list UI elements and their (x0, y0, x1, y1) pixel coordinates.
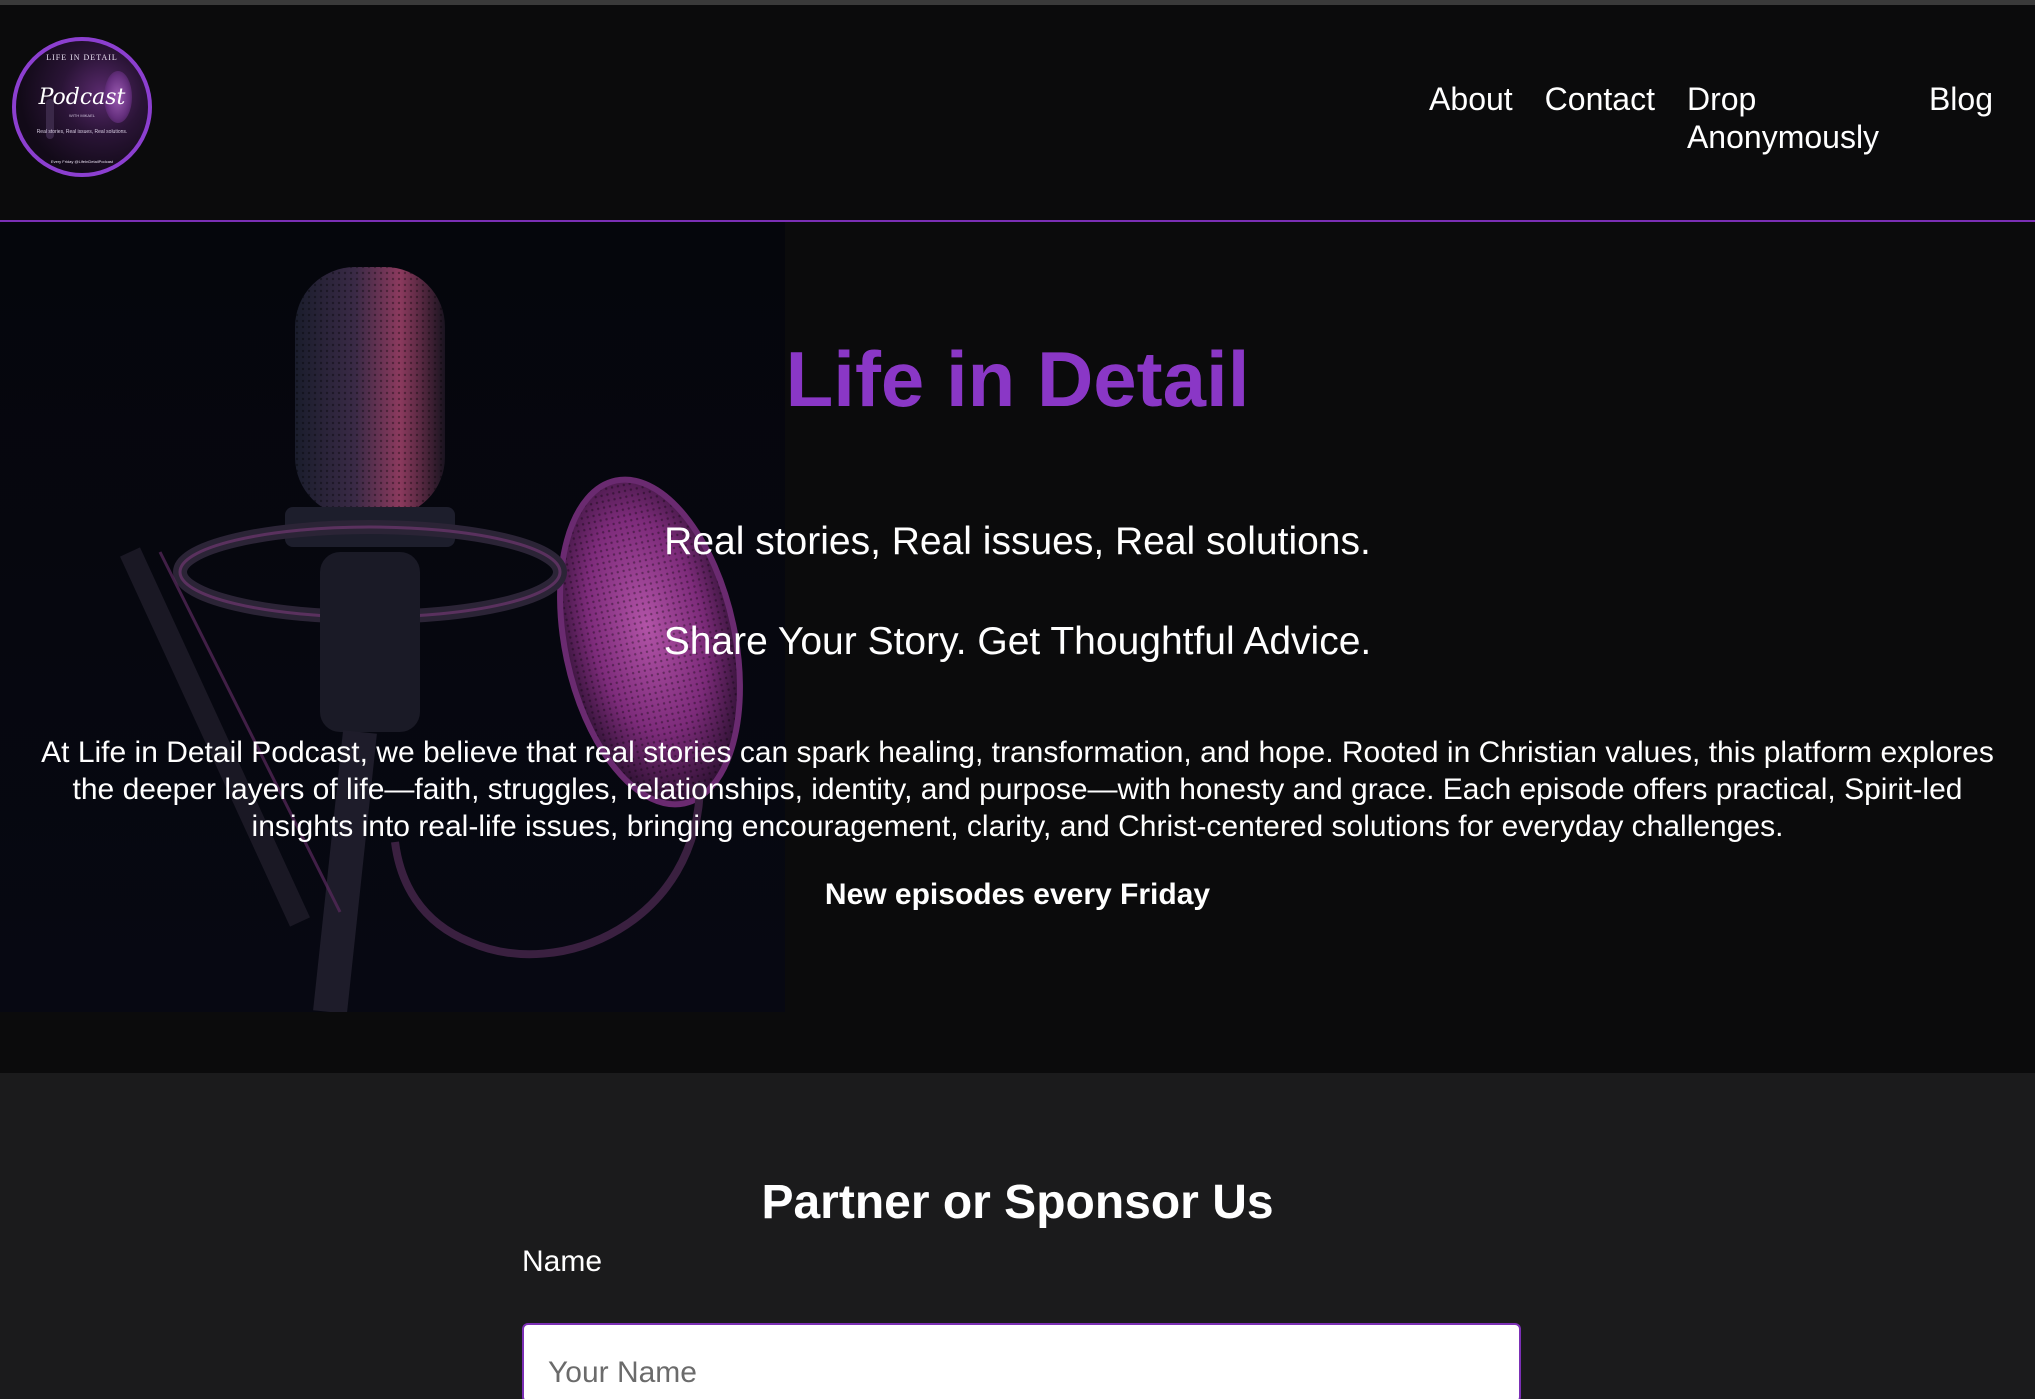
logo-sub-text: WITH MIKAEL (68, 113, 95, 118)
partner-section: Partner or Sponsor Us Name (0, 1073, 2035, 1399)
hero-description: At Life in Detail Podcast, we believe th… (41, 736, 1994, 843)
logo-bottom-text: Every Friday @LifeInDetailPodcast (50, 159, 114, 164)
hero-tagline-1: Real stories, Real issues, Real solution… (664, 520, 1371, 563)
logo-tagline: Real stories, Real issues, Real solution… (36, 129, 128, 135)
nav-contact[interactable]: Contact (1545, 80, 1655, 156)
site-header: LIFE IN DETAIL Podcast WITH MIKAEL Real … (0, 5, 2035, 222)
main-nav: About Contact Drop Anonymously Blog (1429, 80, 1993, 156)
nav-blog[interactable]: Blog (1929, 80, 1993, 156)
nav-about[interactable]: About (1429, 80, 1513, 156)
partner-heading: Partner or Sponsor Us (761, 1176, 1274, 1229)
logo-script-text: Podcast (38, 85, 126, 110)
hero-tagline-2: Share Your Story. Get Thoughtful Advice. (663, 620, 1372, 663)
podcast-logo[interactable]: LIFE IN DETAIL Podcast WITH MIKAEL Real … (12, 37, 152, 177)
name-label: Name (522, 1245, 603, 1278)
nav-drop-anonymously[interactable]: Drop Anonymously (1687, 80, 1897, 156)
name-input[interactable] (522, 1323, 1521, 1399)
release-schedule: New episodes every Friday (824, 878, 1211, 911)
logo-top-text: LIFE IN DETAIL (46, 53, 118, 62)
hero-title: Life in Detail (785, 335, 1250, 423)
hero-section: Life in Detail Real stories, Real issues… (0, 222, 2035, 1073)
